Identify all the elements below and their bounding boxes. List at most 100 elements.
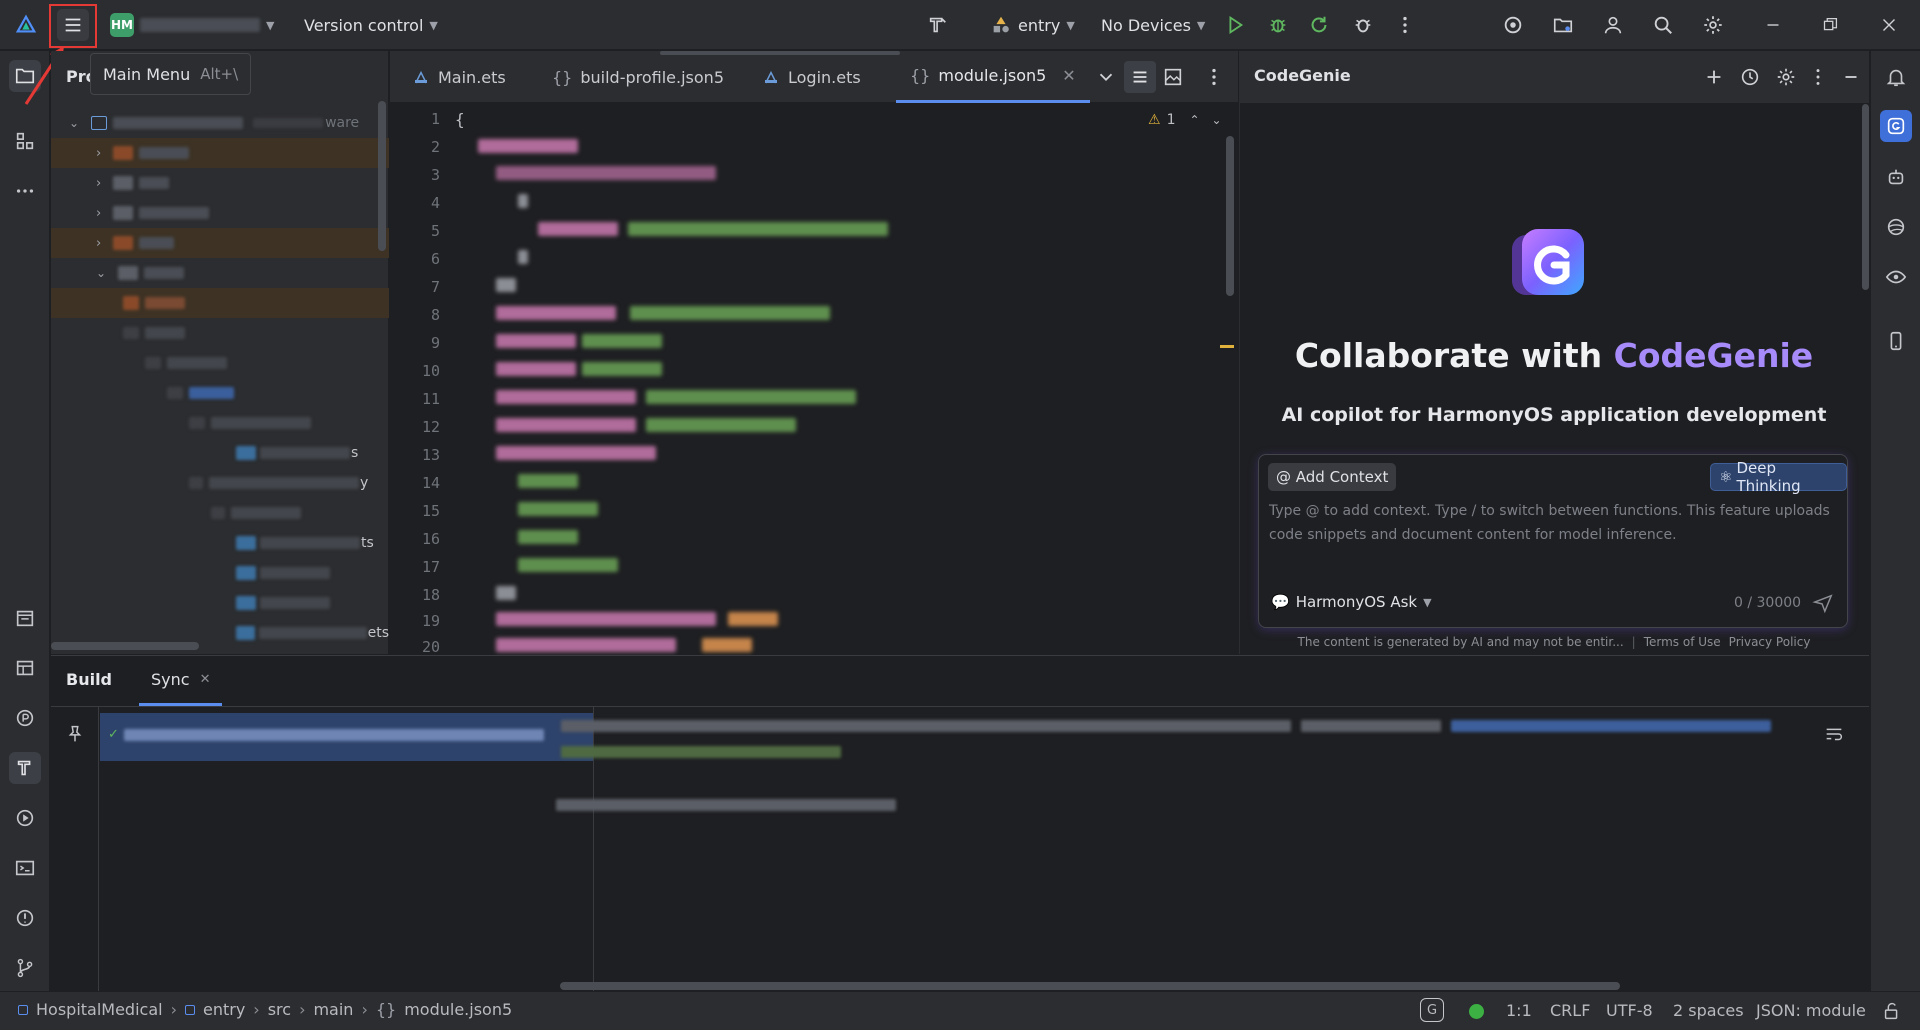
tree-row[interactable]	[51, 558, 389, 588]
close-window-button[interactable]	[1873, 9, 1905, 41]
tree-row[interactable]: ⌄ ware	[51, 108, 389, 138]
todo-tool-button[interactable]	[9, 602, 41, 634]
rerun-button[interactable]	[1303, 9, 1335, 41]
previewer-button[interactable]	[1880, 261, 1912, 293]
warning-indicator[interactable]: ⚠ 1 ⌃ ⌄	[1148, 112, 1222, 128]
soft-wrap-button[interactable]	[1818, 718, 1850, 750]
tree-row[interactable]: ›	[51, 228, 389, 258]
tree-row[interactable]	[51, 348, 389, 378]
breadcrumb-item[interactable]: module.json5	[404, 1000, 512, 1019]
terminal-tool-button[interactable]	[9, 852, 41, 884]
send-button[interactable]	[1807, 587, 1839, 619]
tab-module-json5[interactable]: {} module.json5 ✕	[896, 51, 1090, 103]
more-tools-button[interactable]	[9, 175, 41, 207]
notifications-button[interactable]	[1880, 61, 1912, 93]
tree-row[interactable]: ⌄	[51, 258, 389, 288]
editor-more-button[interactable]	[1198, 61, 1230, 93]
breadcrumb-item[interactable]: src	[268, 1000, 291, 1019]
vcs-menu[interactable]: Version control ▼	[304, 0, 438, 50]
close-tab-icon[interactable]: ✕	[200, 672, 211, 687]
breadcrumb-item[interactable]: HospitalMedical	[36, 1000, 163, 1019]
new-chat-button[interactable]	[1698, 61, 1730, 93]
device-preview-button[interactable]	[1880, 325, 1912, 357]
restore-button[interactable]	[1814, 9, 1846, 41]
build-tree-row-selected[interactable]: ✓	[100, 713, 593, 761]
build-hammer-icon[interactable]	[922, 9, 954, 41]
tree-row[interactable]: ›	[51, 168, 389, 198]
line-separator[interactable]: CRLF	[1550, 1001, 1590, 1020]
tree-row[interactable]	[51, 288, 389, 318]
tree-row[interactable]: ›	[51, 198, 389, 228]
tab-build[interactable]: Build	[66, 670, 112, 689]
breadcrumb-item[interactable]: entry	[203, 1000, 245, 1019]
preview-button[interactable]	[1157, 61, 1189, 93]
indent-setting[interactable]: 2 spaces	[1673, 1001, 1744, 1020]
debug-button[interactable]	[1262, 9, 1294, 41]
cursor-position[interactable]: 1:1	[1506, 1001, 1532, 1020]
file-encoding[interactable]: UTF-8	[1606, 1001, 1653, 1020]
account-button[interactable]	[1597, 9, 1629, 41]
layout-tool-button[interactable]	[9, 652, 41, 684]
add-context-button[interactable]: @ Add Context	[1268, 463, 1397, 491]
codegenie-status-icon[interactable]: G	[1420, 998, 1444, 1022]
search-button[interactable]	[1647, 9, 1679, 41]
readonly-toggle[interactable]	[1876, 995, 1908, 1027]
tab-login-ets[interactable]: Login.ets	[762, 51, 861, 103]
profiler-tool-button[interactable]	[9, 702, 41, 734]
chevron-down-icon[interactable]: ⌄	[1212, 113, 1222, 127]
horizontal-scrollbar[interactable]	[51, 642, 199, 650]
tree-row[interactable]	[51, 318, 389, 348]
device-manager-button[interactable]	[1497, 9, 1529, 41]
genie-scrollbar[interactable]	[1862, 104, 1869, 290]
device-selector[interactable]: No Devices ▼	[1101, 0, 1205, 50]
tree-row[interactable]: ts	[51, 528, 389, 558]
settings-button[interactable]	[1697, 9, 1729, 41]
breadcrumb-item[interactable]: main	[313, 1000, 353, 1019]
tree-row[interactable]	[51, 498, 389, 528]
tree-row[interactable]	[51, 408, 389, 438]
history-button[interactable]	[1734, 61, 1766, 93]
genie-more-button[interactable]	[1802, 61, 1834, 93]
terms-link[interactable]: Terms of Use	[1644, 635, 1721, 649]
build-tool-button[interactable]	[9, 752, 41, 784]
tab-build-profile[interactable]: {} build-profile.json5	[552, 51, 724, 103]
chat-input-placeholder[interactable]: Type @ to add context. Type / to switch …	[1269, 499, 1839, 547]
output-horizontal-scrollbar[interactable]	[560, 982, 1620, 990]
chat-input-box[interactable]: @ Add Context ⚛ Deep Thinking Type @ to …	[1258, 454, 1848, 628]
codegenie-tool-button[interactable]	[1880, 110, 1912, 142]
code-view-button[interactable]	[1124, 61, 1156, 93]
privacy-link[interactable]: Privacy Policy	[1729, 635, 1811, 649]
tab-sync[interactable]: Sync ✕	[139, 656, 223, 706]
tab-main-ets[interactable]: Main.ets	[412, 51, 506, 103]
structure-tool-button[interactable]	[9, 125, 41, 157]
run-button[interactable]	[1219, 9, 1251, 41]
tree-row[interactable]: s	[51, 438, 389, 468]
run-config-selector[interactable]: entry ▼	[990, 0, 1075, 50]
tree-row[interactable]	[51, 588, 389, 618]
code-editor[interactable]: { ⚠ 1 ⌃ ⌄	[390, 104, 1238, 654]
vertical-scrollbar[interactable]	[378, 101, 386, 251]
json-schema[interactable]: JSON: module	[1756, 1001, 1866, 1020]
minimize-button[interactable]	[1757, 9, 1789, 41]
pin-button[interactable]	[59, 718, 91, 750]
tab-list-button[interactable]	[1090, 61, 1122, 93]
attach-debugger-button[interactable]	[1347, 9, 1379, 41]
tree-row[interactable]: y	[51, 468, 389, 498]
problems-tool-button[interactable]	[9, 902, 41, 934]
project-structure-button[interactable]	[1547, 9, 1579, 41]
git-tool-button[interactable]	[9, 952, 41, 984]
mode-selector[interactable]: 💬 HarmonyOS Ask ▼	[1271, 593, 1432, 611]
close-tab-icon[interactable]: ✕	[1062, 66, 1075, 85]
project-selector[interactable]: HM ▼	[110, 0, 274, 50]
hide-panel-button[interactable]	[1835, 61, 1867, 93]
more-actions-button[interactable]	[1389, 9, 1421, 41]
tree-row[interactable]: ›	[51, 138, 389, 168]
run-tool-button[interactable]	[9, 802, 41, 834]
arkui-inspector-button[interactable]	[1880, 211, 1912, 243]
editor-scrollbar[interactable]	[1226, 136, 1234, 296]
chevron-up-icon[interactable]: ⌃	[1189, 113, 1199, 127]
deep-thinking-toggle[interactable]: ⚛ Deep Thinking	[1710, 459, 1847, 495]
tree-row[interactable]	[51, 378, 389, 408]
genie-settings-button[interactable]	[1770, 61, 1802, 93]
ai-assistant-button[interactable]	[1880, 161, 1912, 193]
